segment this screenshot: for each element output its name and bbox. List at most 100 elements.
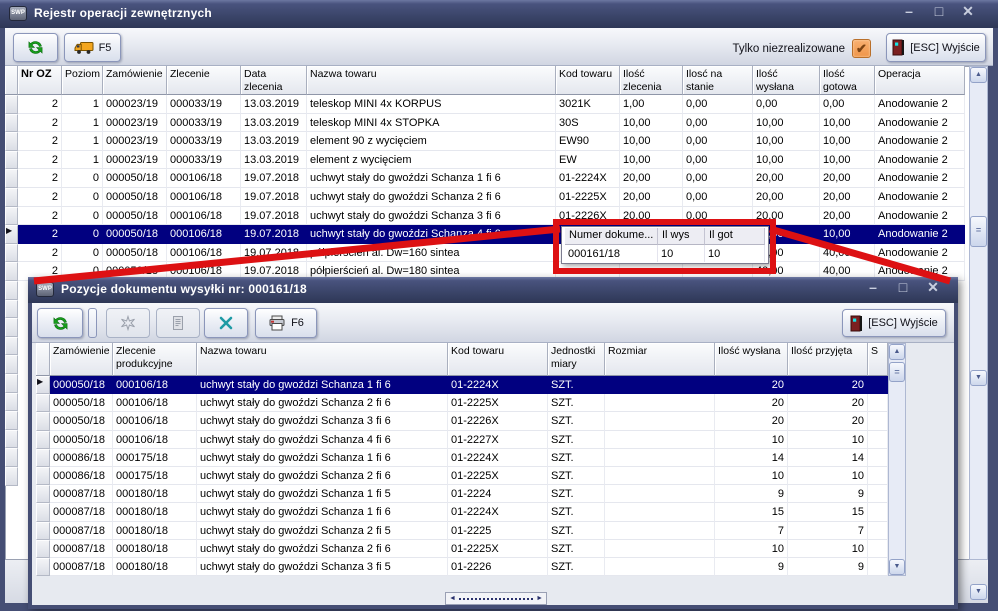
cell[interactable]: 2 bbox=[18, 225, 62, 244]
row-selector[interactable]: ▶ bbox=[5, 225, 18, 244]
exit-button[interactable]: [ESC] Wyjście bbox=[886, 33, 986, 62]
cell[interactable]: 000106/18 bbox=[167, 169, 241, 188]
cell[interactable]: 0,00 bbox=[683, 95, 753, 114]
cell[interactable]: 10 bbox=[788, 540, 868, 558]
cell[interactable]: 000023/19 bbox=[103, 114, 167, 133]
cell[interactable]: 10,00 bbox=[753, 114, 820, 133]
cell[interactable]: 0,00 bbox=[683, 132, 753, 151]
cell[interactable] bbox=[605, 503, 715, 521]
cell[interactable]: teleskop MINI 4x STOPKA bbox=[307, 114, 556, 133]
cell[interactable]: 7 bbox=[715, 522, 788, 540]
cell[interactable]: uchwyt stały do gwoździ Schanza 3 fi 5 bbox=[197, 558, 448, 576]
cell[interactable]: uchwyt stały do gwoździ Schanza 1 fi 6 bbox=[197, 503, 448, 521]
cell[interactable]: 000033/19 bbox=[167, 114, 241, 133]
cell[interactable] bbox=[868, 522, 888, 540]
cell[interactable]: 01-2225X bbox=[448, 540, 548, 558]
window1-titlebar[interactable]: SWP Rejestr operacji zewnętrznych – □ ✕ bbox=[0, 0, 998, 28]
cell[interactable]: 10 bbox=[715, 467, 788, 485]
cell[interactable] bbox=[605, 522, 715, 540]
cell[interactable]: 0,00 bbox=[683, 188, 753, 207]
cell[interactable]: 01-2224 bbox=[448, 485, 548, 503]
cell[interactable] bbox=[605, 467, 715, 485]
row-selector[interactable] bbox=[36, 412, 50, 430]
row-selector[interactable] bbox=[36, 540, 50, 558]
cell[interactable] bbox=[868, 431, 888, 449]
cell[interactable]: 000050/18 bbox=[103, 244, 167, 263]
cell[interactable]: 9 bbox=[715, 558, 788, 576]
cell[interactable]: 000086/18 bbox=[50, 449, 113, 467]
cell[interactable]: EW bbox=[556, 151, 620, 170]
cell[interactable]: 000087/18 bbox=[50, 522, 113, 540]
cell[interactable]: uchwyt stały do gwoździ Schanza 2 fi 5 bbox=[197, 522, 448, 540]
cell[interactable]: 0 bbox=[62, 244, 103, 263]
column-header[interactable]: Ilość wysłana bbox=[715, 343, 788, 376]
column-header[interactable]: Data zlecenia bbox=[241, 66, 307, 95]
cell[interactable]: 10 bbox=[788, 467, 868, 485]
row-selector[interactable] bbox=[5, 244, 18, 263]
cell[interactable]: 000050/18 bbox=[50, 394, 113, 412]
cell[interactable]: 000050/18 bbox=[103, 207, 167, 226]
cell[interactable]: EW90 bbox=[556, 132, 620, 151]
column-header[interactable]: Ilosć na stanie bbox=[683, 66, 753, 95]
cell[interactable]: 10,00 bbox=[620, 132, 683, 151]
cell[interactable]: 000050/18 bbox=[103, 225, 167, 244]
cell[interactable]: SZT. bbox=[548, 449, 605, 467]
cell[interactable]: 000180/18 bbox=[113, 503, 197, 521]
cell[interactable]: 000180/18 bbox=[113, 522, 197, 540]
print-f6-button[interactable]: F6 bbox=[255, 308, 317, 338]
cell[interactable]: 2 bbox=[18, 132, 62, 151]
cell[interactable]: 20,00 bbox=[820, 207, 875, 226]
cell[interactable]: Anodowanie 2 bbox=[875, 188, 965, 207]
cell[interactable]: 000106/18 bbox=[167, 188, 241, 207]
column-header[interactable]: Kod towaru bbox=[556, 66, 620, 95]
cell[interactable]: 15 bbox=[788, 503, 868, 521]
cell[interactable]: 20,00 bbox=[820, 169, 875, 188]
delete-button[interactable] bbox=[204, 308, 248, 338]
cell[interactable]: 19.07.2018 bbox=[241, 188, 307, 207]
close-icon[interactable]: ✕ bbox=[955, 3, 981, 20]
exit-button[interactable]: [ESC] Wyjście bbox=[842, 309, 946, 337]
only-unrealized-checkbox[interactable]: ✔ bbox=[852, 39, 871, 58]
row-selector[interactable] bbox=[36, 485, 50, 503]
nav-left-icon[interactable]: ◄ bbox=[449, 594, 456, 604]
cell[interactable]: Anodowanie 2 bbox=[875, 95, 965, 114]
cell[interactable]: 19.07.2018 bbox=[241, 225, 307, 244]
cell[interactable]: 1 bbox=[62, 114, 103, 133]
column-header[interactable]: S bbox=[868, 343, 888, 376]
cell[interactable]: 20,00 bbox=[753, 188, 820, 207]
cell[interactable]: 10,00 bbox=[820, 132, 875, 151]
cell[interactable]: 1 bbox=[62, 151, 103, 170]
column-header[interactable]: Ilość wysłana bbox=[753, 66, 820, 95]
cell[interactable]: 2 bbox=[18, 95, 62, 114]
cell[interactable]: 01-2224X bbox=[448, 503, 548, 521]
column-header[interactable]: Ilość przyjęta bbox=[788, 343, 868, 376]
cell[interactable]: SZT. bbox=[548, 376, 605, 394]
column-header[interactable]: Nazwa towaru bbox=[307, 66, 556, 95]
cell[interactable]: 000050/18 bbox=[50, 431, 113, 449]
cell[interactable] bbox=[605, 431, 715, 449]
shipment-f5-button[interactable]: F5 bbox=[64, 33, 121, 62]
cell[interactable]: 10,00 bbox=[753, 151, 820, 170]
cell[interactable]: 0 bbox=[62, 169, 103, 188]
cell[interactable]: 000023/19 bbox=[103, 151, 167, 170]
cell[interactable]: 000106/18 bbox=[167, 225, 241, 244]
row-selector[interactable] bbox=[36, 558, 50, 576]
cell[interactable] bbox=[868, 376, 888, 394]
cell[interactable]: 000180/18 bbox=[113, 558, 197, 576]
minimize-icon[interactable]: – bbox=[896, 3, 922, 19]
cell[interactable]: 0,00 bbox=[683, 114, 753, 133]
cell[interactable]: 20 bbox=[788, 376, 868, 394]
cell[interactable]: SZT. bbox=[548, 485, 605, 503]
row-selector[interactable] bbox=[36, 394, 50, 412]
cell[interactable]: 000033/19 bbox=[167, 151, 241, 170]
cell[interactable]: 000050/18 bbox=[50, 412, 113, 430]
cell[interactable]: 000106/18 bbox=[113, 394, 197, 412]
row-selector[interactable]: ▶ bbox=[36, 376, 50, 394]
cell[interactable]: 2 bbox=[18, 169, 62, 188]
cell[interactable]: 01-2224X bbox=[448, 449, 548, 467]
cell[interactable]: 01-2225X bbox=[448, 467, 548, 485]
cell[interactable]: 000106/18 bbox=[113, 431, 197, 449]
cell[interactable]: 01-2224X bbox=[556, 169, 620, 188]
column-header[interactable]: Zlecenie bbox=[167, 66, 241, 95]
refresh-button[interactable] bbox=[37, 308, 83, 338]
